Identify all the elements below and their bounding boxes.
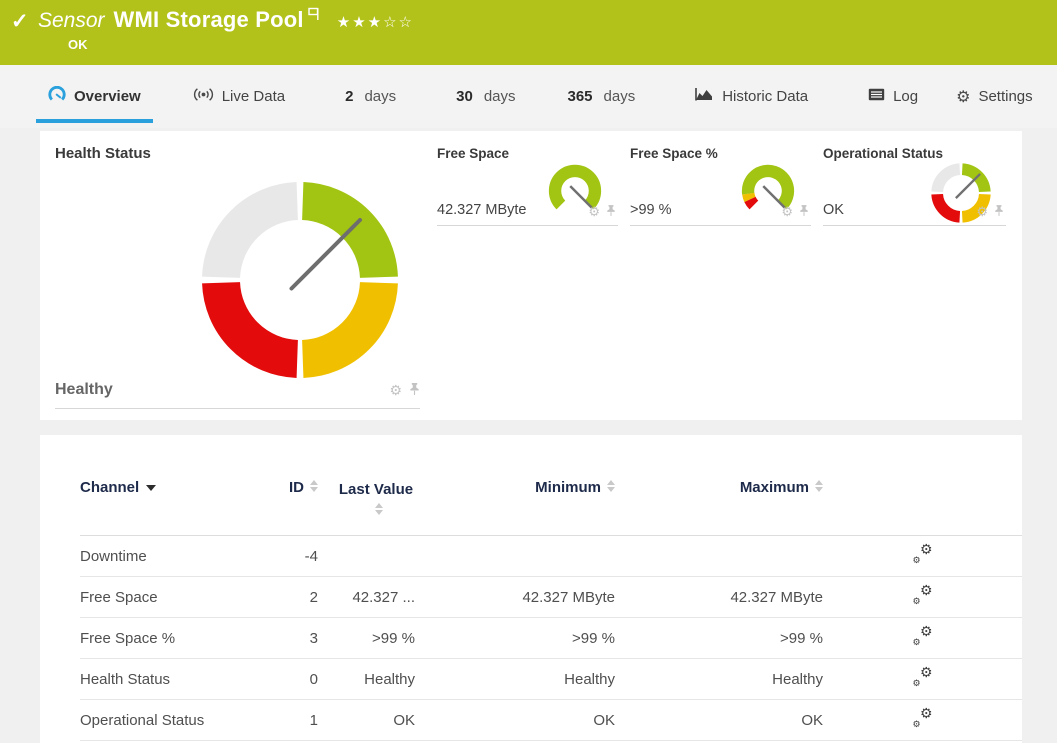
health-status-panel: Health Status Healthy ⚙ [40,131,435,420]
table-row-operational-status: Operational Status 1 OK OK OK ⚙ ⚙ [80,699,1022,741]
panel-gear-icon[interactable]: ⚙ [781,204,793,220]
tab-2-days[interactable]: 2 days [333,65,408,128]
tab-bar: Overview Live Data 2 days 30 days 365 da… [0,65,1057,128]
health-panel-title: Health Status [55,145,151,162]
channel-minimum [415,535,615,577]
col-header-actions [823,479,1022,536]
channel-id: 1 [260,699,318,741]
page-title: WMI Storage Pool [113,7,304,32]
pin-icon[interactable] [799,204,809,220]
gauges-card: Health Status Healthy ⚙ Free Space 42.32… [40,131,1022,420]
channel-last-value: 42.327 ... [318,576,415,618]
tab-30-days[interactable]: 30 days [444,65,527,128]
col-header-id[interactable]: ID [260,479,318,536]
status-badge: OK [68,37,88,52]
tab-live-data[interactable]: Live Data [181,65,297,128]
pin-icon[interactable] [409,382,420,399]
channel-minimum: Healthy [415,658,615,700]
free-space-panel: Free Space 42.327 MByte ⚙ [437,143,618,226]
channel-name: Operational Status [80,699,260,741]
channel-settings-icon[interactable]: ⚙ ⚙ [913,541,933,565]
pin-icon[interactable] [606,204,616,220]
health-status-gauge [202,182,398,378]
col-header-last-value[interactable]: Last Value [318,479,415,536]
live-signal-icon [193,87,214,106]
table-row-free-space: Free Space 2 42.327 ... 42.327 MByte 42.… [80,576,1022,618]
channel-minimum: 42.327 MByte [415,576,615,618]
channel-name: Downtime [80,535,260,577]
tab-historic-data[interactable]: Historic Data [683,65,820,128]
col-header-maximum[interactable]: Maximum [615,479,823,536]
channel-last-value: OK [318,699,415,741]
table-row-free-space-pct: Free Space % 3 >99 % >99 % >99 % ⚙ ⚙ [80,617,1022,659]
channel-last-value: Healthy [318,658,415,700]
channel-name: Free Space % [80,617,260,659]
object-kind-label: Sensor [38,9,105,32]
sort-icon [607,480,615,492]
col-header-minimum[interactable]: Minimum [415,479,615,536]
free-space-pct-panel: Free Space % >99 % ⚙ [630,143,811,226]
channel-maximum: 42.327 MByte [615,576,823,618]
priority-stars[interactable]: ★★★☆☆ [337,13,414,31]
area-chart-icon [695,87,714,106]
gauge-needle [955,173,981,199]
channel-id: 0 [260,658,318,700]
channel-settings-icon[interactable]: ⚙ ⚙ [913,623,933,647]
channel-maximum [615,535,823,577]
channel-maximum: OK [615,699,823,741]
col-header-channel[interactable]: Channel [80,479,260,536]
sort-desc-icon [146,485,157,492]
panel-gear-icon[interactable]: ⚙ [976,204,988,220]
free-space-value: 42.327 MByte [437,202,527,218]
pin-icon[interactable] [994,204,1004,220]
panel-gear-icon[interactable]: ⚙ [588,204,600,220]
gauge-needle [289,218,362,291]
channel-maximum: >99 % [615,617,823,659]
tab-log[interactable]: Log [856,65,930,128]
operational-status-panel: Operational Status OK ⚙ [823,143,1006,226]
channels-table: Channel ID Last Value Minimum Maximum Do… [80,479,1022,741]
free-space-pct-value: >99 % [630,202,672,218]
sort-icon [310,480,318,492]
channel-minimum: OK [415,699,615,741]
channel-id: -4 [260,535,318,577]
channel-name: Free Space [80,576,260,618]
flag-icon[interactable] [308,7,321,26]
channel-name: Health Status [80,658,260,700]
channel-id: 3 [260,617,318,659]
channels-card: Channel ID Last Value Minimum Maximum Do… [40,435,1022,743]
panel-gear-icon[interactable]: ⚙ [389,382,402,399]
channel-maximum: Healthy [615,658,823,700]
operational-status-value: OK [823,202,844,218]
gauge-icon [48,85,66,108]
gear-icon: ⚙ [956,88,971,106]
table-row-health-status: Health Status 0 Healthy Healthy Healthy … [80,658,1022,700]
channel-settings-icon[interactable]: ⚙ ⚙ [913,705,933,729]
channel-settings-icon[interactable]: ⚙ ⚙ [913,664,933,688]
table-row-downtime: Downtime -4 ⚙ ⚙ [80,535,1022,577]
sort-icon [815,480,823,492]
tab-settings[interactable]: ⚙ Settings [944,65,1045,128]
channel-settings-icon[interactable]: ⚙ ⚙ [913,582,933,606]
tab-365-days[interactable]: 365 days [556,65,648,128]
sort-icon [375,503,383,515]
status-check-icon: ✓ [11,10,29,33]
health-status-value: Healthy [55,381,113,398]
tab-overview[interactable]: Overview [36,65,153,128]
log-list-icon [868,88,885,105]
mini-gauges-row: Free Space 42.327 MByte ⚙ Free Space % >… [437,143,1006,226]
channel-id: 2 [260,576,318,618]
sensor-header: ✓ Sensor WMI Storage Pool ★★★☆☆ OK [0,0,1057,65]
channel-minimum: >99 % [415,617,615,659]
channel-last-value [318,535,415,577]
channel-last-value: >99 % [318,617,415,659]
